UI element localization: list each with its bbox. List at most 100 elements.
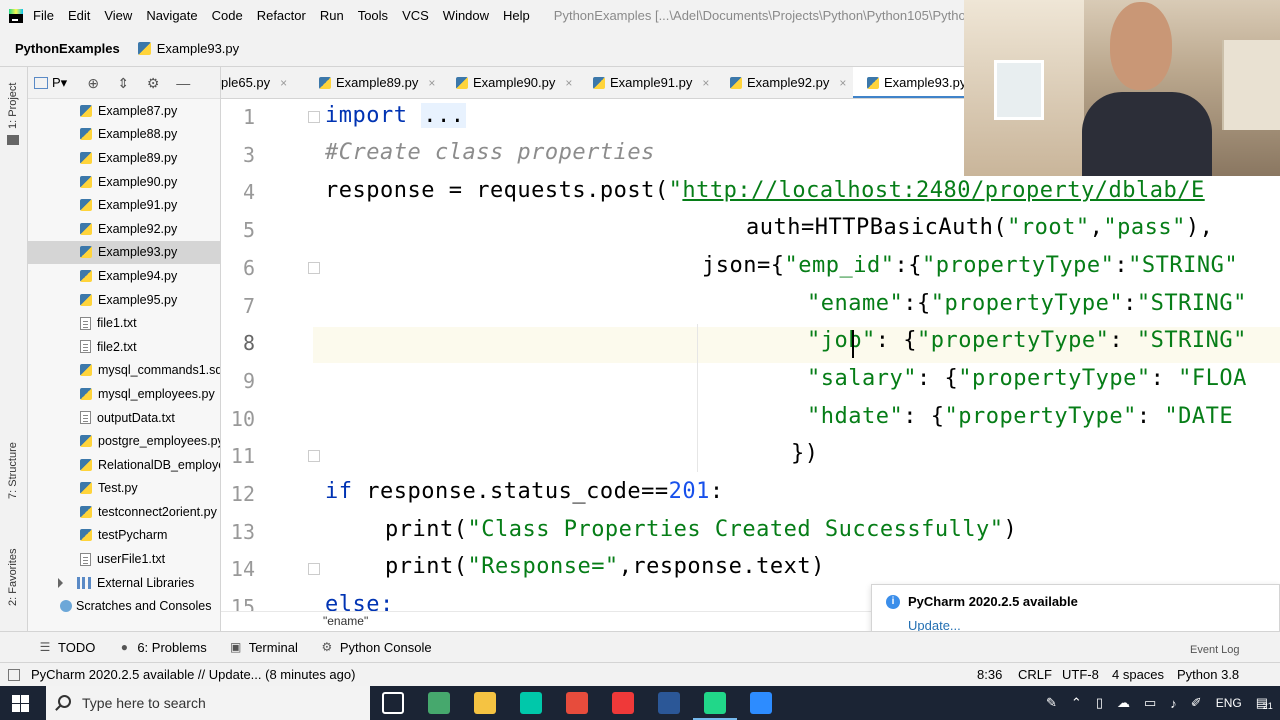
close-icon[interactable]: × (702, 76, 709, 90)
folded-imports[interactable]: ... (421, 103, 467, 128)
menu-view[interactable]: View (104, 8, 132, 23)
gear-icon[interactable]: ⚙ (145, 75, 161, 91)
tree-item[interactable]: Example91.py (28, 193, 220, 217)
editor-tab[interactable]: Example93.py× (853, 67, 983, 98)
tool-window-button[interactable]: ⚙ Python Console (320, 640, 431, 655)
pen-icon[interactable]: ✐ (1191, 695, 1202, 711)
notifications-icon[interactable]: ▤ 21 (1256, 695, 1273, 711)
tree-item-external-libraries[interactable]: External Libraries (28, 571, 220, 595)
close-icon[interactable]: × (565, 76, 572, 90)
tree-item[interactable]: file2.txt (28, 335, 220, 359)
file-explorer-icon[interactable] (474, 692, 496, 714)
editor-tab[interactable]: Example90.py × (442, 67, 579, 98)
status-message[interactable]: PyCharm 2020.2.5 available // Update... … (31, 667, 355, 682)
toggle-tool-windows-icon[interactable] (8, 669, 20, 681)
fold-marker[interactable] (308, 111, 320, 123)
menu-help[interactable]: Help (503, 8, 530, 23)
tree-item[interactable]: mysql_commands1.sq (28, 359, 220, 383)
close-icon[interactable]: × (428, 76, 435, 90)
tree-item[interactable]: Example95.py (28, 288, 220, 312)
menu-refactor[interactable]: Refactor (257, 8, 306, 23)
tree-item[interactable]: Example94.py (28, 264, 220, 288)
structure-tool-button[interactable]: 7: Structure (7, 442, 19, 499)
tree-item[interactable]: mysql_employees.py (28, 382, 220, 406)
tool-window-button[interactable]: ▣ Terminal (229, 640, 298, 655)
close-icon[interactable]: × (839, 76, 846, 90)
fold-marker[interactable] (308, 262, 320, 274)
network-icon[interactable]: ▭ (1144, 695, 1156, 711)
line-number[interactable]: 15 (221, 595, 255, 611)
tree-item[interactable]: Example89.py (28, 146, 220, 170)
tool-window-button[interactable]: ☰ TODO (38, 640, 96, 655)
line-number[interactable]: 1 (221, 105, 255, 129)
chevron-up-icon[interactable]: ⌃ (1071, 695, 1082, 711)
fold-marker[interactable] (308, 450, 320, 462)
editor-breadcrumb[interactable]: "ename" (221, 611, 871, 631)
editor-tab[interactable]: Example89.py × (305, 67, 442, 98)
audition-icon[interactable] (520, 692, 542, 714)
tree-item[interactable]: Example88.py (28, 123, 220, 147)
file-encoding[interactable]: UTF-8 (1062, 667, 1099, 682)
taskbar-search[interactable]: Type here to search (46, 686, 370, 720)
menu-code[interactable]: Code (212, 8, 243, 23)
breadcrumb-project[interactable]: PythonExamples (15, 41, 120, 56)
menu-run[interactable]: Run (320, 8, 344, 23)
tree-item[interactable]: Example87.py (28, 99, 220, 123)
breadcrumb-file[interactable]: Example93.py (157, 41, 239, 56)
line-number[interactable]: 9 (221, 369, 255, 393)
hide-panel-icon[interactable]: — (175, 75, 191, 91)
windows-start-icon[interactable] (12, 695, 30, 713)
menu-edit[interactable]: Edit (68, 8, 90, 23)
tree-item[interactable]: Example92.py (28, 217, 220, 241)
volume-icon[interactable]: ♪ (1170, 696, 1177, 711)
spreadsheet-app-icon[interactable] (428, 692, 450, 714)
tree-item-scratches[interactable]: Scratches and Consoles (28, 594, 220, 618)
menu-file[interactable]: File (33, 8, 54, 23)
menu-vcs[interactable]: VCS (402, 8, 429, 23)
language-indicator[interactable]: ENG (1216, 696, 1242, 710)
cloud-icon[interactable]: ☁ (1117, 695, 1130, 711)
tree-item[interactable]: Example93.py (28, 240, 220, 265)
tree-item[interactable]: Example90.py (28, 170, 220, 194)
tree-item[interactable]: file1.txt (28, 311, 220, 335)
python-interpreter[interactable]: Python 3.8 (1177, 667, 1239, 682)
editor-tab[interactable]: Example92.py × (716, 67, 853, 98)
collapse-all-icon[interactable]: ⇕ (115, 75, 131, 91)
vivaldi-icon[interactable] (612, 692, 634, 714)
menu-navigate[interactable]: Navigate (146, 8, 197, 23)
line-number[interactable]: 10 (221, 407, 255, 431)
caret-position[interactable]: 8:36 (977, 667, 1002, 682)
project-tool-button[interactable]: 1: Project (7, 83, 19, 129)
word-icon[interactable] (658, 692, 680, 714)
tree-item[interactable]: testPycharm (28, 524, 220, 548)
chevron-right-icon[interactable] (58, 577, 63, 588)
people-icon[interactable]: ✎ (1046, 695, 1057, 711)
phone-link-icon[interactable]: ▯ (1096, 695, 1103, 711)
line-number[interactable]: 8 (221, 331, 255, 355)
tree-item[interactable]: outputData.txt (28, 406, 220, 430)
task-view-icon[interactable] (382, 692, 404, 714)
tree-item[interactable]: userFile1.txt (28, 547, 220, 571)
editor-tab[interactable]: ple65.py × (221, 67, 305, 98)
chrome-icon[interactable] (566, 692, 588, 714)
tree-item[interactable]: testconnect2orient.py (28, 500, 220, 524)
line-number[interactable]: 3 (221, 143, 255, 167)
close-icon[interactable]: × (280, 76, 287, 90)
tool-window-button[interactable]: ● 6: Problems (117, 640, 207, 655)
locate-file-icon[interactable]: ⊕ (85, 75, 101, 91)
tree-item[interactable]: postgre_employees.py (28, 429, 220, 453)
line-number[interactable]: 6 (221, 256, 255, 280)
url-link[interactable]: http://localhost:2480/property/dblab/E (682, 178, 1204, 203)
zoom-icon[interactable] (750, 692, 772, 714)
line-number[interactable]: 5 (221, 218, 255, 242)
editor-tab[interactable]: Example91.py × (579, 67, 716, 98)
line-separator[interactable]: CRLF (1018, 667, 1052, 682)
line-number[interactable]: 14 (221, 557, 255, 581)
menu-window[interactable]: Window (443, 8, 489, 23)
project-view-selector[interactable]: P▾ (52, 75, 67, 91)
line-number[interactable]: 4 (221, 180, 255, 204)
line-number[interactable]: 12 (221, 482, 255, 506)
favorites-tool-button[interactable]: 2: Favorites (7, 549, 19, 606)
menu-tools[interactable]: Tools (358, 8, 388, 23)
line-number[interactable]: 13 (221, 520, 255, 544)
